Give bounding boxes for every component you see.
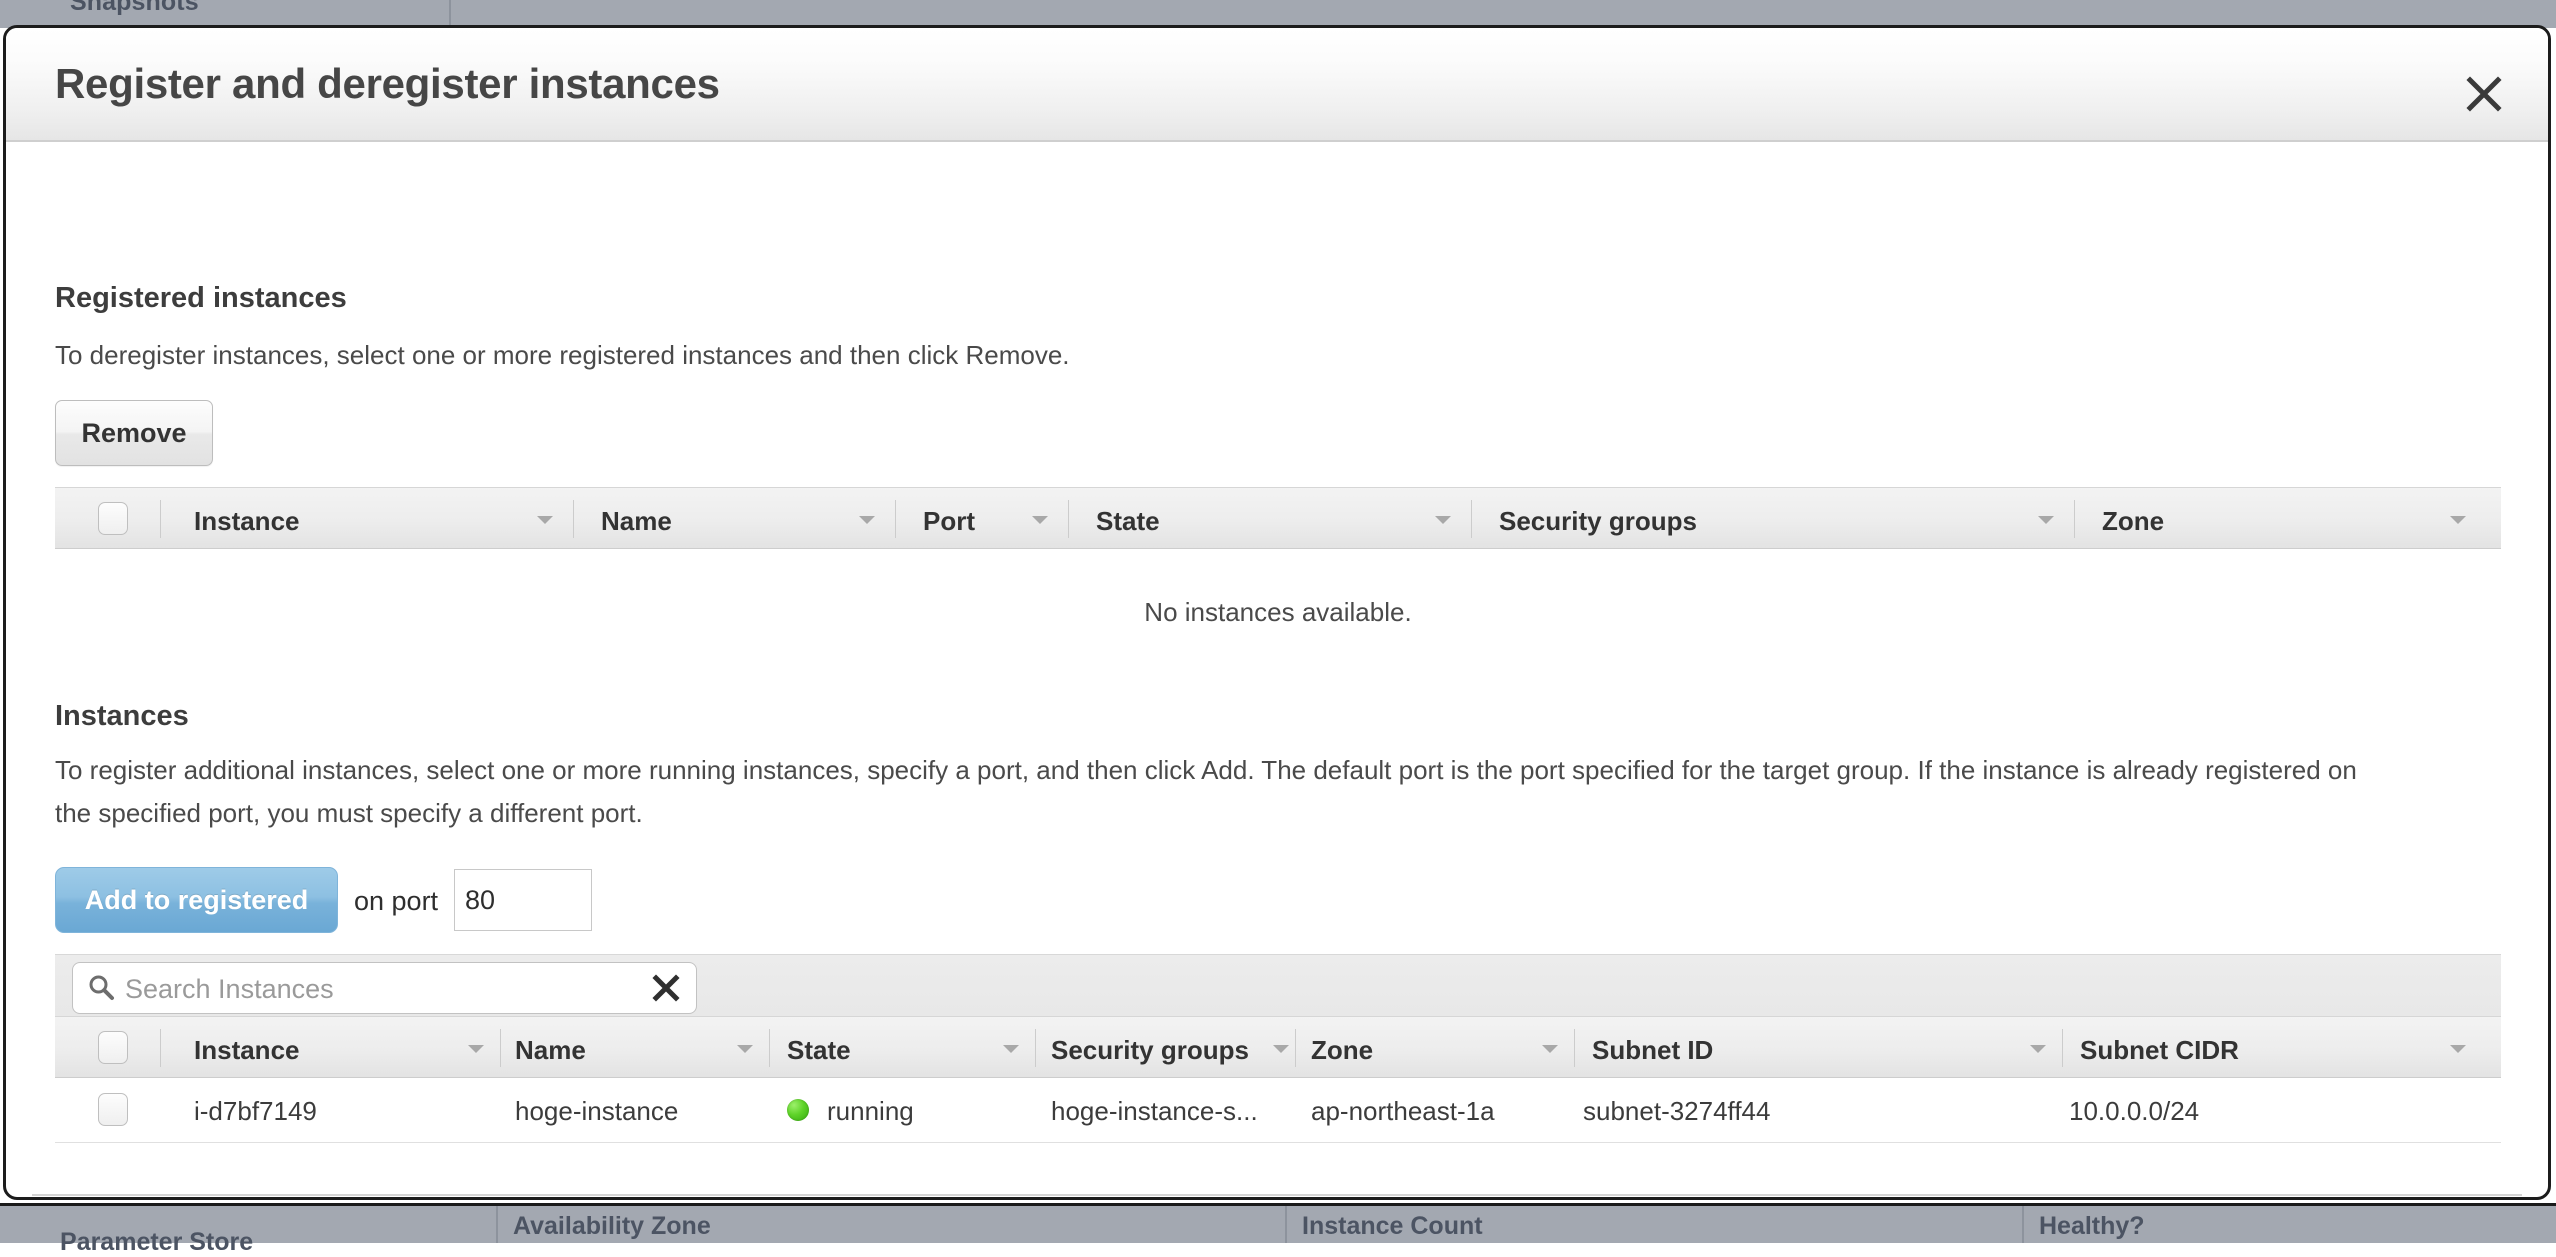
row-instance-id: i-d7bf7149 (194, 1096, 317, 1126)
registered-col-security-groups: Security groups (1499, 506, 1697, 536)
background-top-divider (449, 0, 451, 28)
background-bottom-divider-2 (1285, 1206, 1287, 1243)
registered-instances-description: To deregister instances, select one or m… (55, 340, 1070, 370)
registered-col-state-chevron-down-icon[interactable] (1435, 516, 1451, 524)
port-input[interactable] (454, 869, 592, 931)
instances-col-subnet-id-chevron-down-icon[interactable] (2030, 1045, 2046, 1053)
instances-select-all-checkbox[interactable] (98, 1031, 128, 1064)
status-indicator-dot (787, 1099, 809, 1121)
instances-table-header-row: Instance Name State Security groups Zone (55, 1016, 2501, 1078)
header-sep-2 (895, 500, 896, 538)
table-row[interactable]: i-d7bf7149 hoge-instance running hoge-in… (55, 1078, 2501, 1143)
registered-col-zone-chevron-down-icon[interactable] (2450, 516, 2466, 524)
registered-col-port: Port (923, 506, 975, 536)
row-name: hoge-instance (515, 1096, 679, 1126)
add-to-registered-button[interactable]: Add to registered (55, 867, 338, 933)
registered-col-instance-chevron-down-icon[interactable] (537, 516, 553, 524)
on-port-label: on port (354, 886, 439, 916)
header-sep-3 (1068, 500, 1069, 538)
registered-col-name: Name (601, 506, 672, 536)
instances-table: Instance Name State Security groups Zone (55, 1016, 2501, 1143)
instances-col-zone: Zone (1311, 1035, 1374, 1065)
registered-col-port-chevron-down-icon[interactable] (1032, 516, 1048, 524)
row-security-groups: hoge-instance-s... (1051, 1096, 1258, 1126)
instances-col-zone-chevron-down-icon[interactable] (1542, 1045, 1558, 1053)
row-subnet-id: subnet-3274ff44 (1583, 1096, 1771, 1126)
registered-empty-message: No instances available. (1144, 597, 1412, 627)
remove-button[interactable]: Remove (55, 400, 213, 466)
instances-col-subnet-cidr: Subnet CIDR (2080, 1035, 2239, 1065)
inst-header-sep-3 (1035, 1029, 1036, 1067)
instances-col-instance-chevron-down-icon[interactable] (468, 1045, 484, 1053)
register-deregister-instances-modal: Register and deregister instances Regist… (3, 25, 2551, 1200)
instances-col-subnet-id: Subnet ID (1592, 1035, 1714, 1065)
inst-header-sep-1 (500, 1029, 501, 1067)
background-parameter-store-label: Parameter Store (60, 1228, 254, 1256)
instances-col-state: State (787, 1035, 851, 1065)
header-sep-0 (160, 500, 161, 538)
instances-col-security-groups-chevron-down-icon[interactable] (1273, 1045, 1289, 1053)
registered-col-name-chevron-down-icon[interactable] (859, 516, 875, 524)
instances-col-subnet-cidr-chevron-down-icon[interactable] (2450, 1045, 2466, 1053)
row-zone: ap-northeast-1a (1311, 1096, 1495, 1126)
background-col-instance-count: Instance Count (1302, 1212, 1483, 1240)
registered-select-all-checkbox[interactable] (98, 502, 128, 535)
background-bottom-divider-1 (496, 1206, 498, 1243)
background-bottom-table-header: Availability Zone Instance Count Healthy… (0, 1203, 2556, 1243)
page-root: Snapshots Availability Zone Instance Cou… (0, 0, 2556, 1256)
registered-instances-heading: Registered instances (55, 282, 347, 314)
inst-header-sep-6 (2062, 1029, 2063, 1067)
inst-header-sep-4 (1295, 1029, 1296, 1067)
inst-header-sep-5 (1574, 1029, 1575, 1067)
registered-instances-table: Instance Name Port State Security groups (55, 487, 2501, 549)
background-bottom-divider-3 (2022, 1206, 2024, 1243)
registered-col-instance: Instance (194, 506, 300, 536)
search-icon (87, 973, 115, 1006)
instances-col-name: Name (515, 1035, 586, 1065)
header-sep-1 (573, 500, 574, 538)
row-select-checkbox[interactable] (98, 1093, 128, 1126)
inst-header-sep-0 (160, 1029, 161, 1067)
background-top-table-header: Snapshots (0, 0, 2556, 28)
instances-col-name-chevron-down-icon[interactable] (737, 1045, 753, 1053)
background-snapshots-label: Snapshots (70, 0, 199, 16)
clear-x-icon[interactable] (652, 974, 680, 1007)
modal-header: Register and deregister instances (6, 28, 2548, 142)
registered-col-zone: Zone (2102, 506, 2165, 536)
search-input-field[interactable] (123, 963, 427, 1015)
page-title: Register and deregister instances (55, 60, 720, 107)
close-icon[interactable] (2466, 76, 2502, 112)
background-col-availability-zone: Availability Zone (513, 1212, 711, 1240)
row-state: running (827, 1096, 914, 1126)
inst-header-sep-2 (769, 1029, 770, 1067)
footer-divider (32, 1194, 2522, 1196)
instances-col-security-groups: Security groups (1051, 1035, 1249, 1065)
registered-col-state: State (1096, 506, 1160, 536)
instances-heading: Instances (55, 700, 189, 732)
search-input[interactable] (72, 962, 697, 1015)
instances-col-state-chevron-down-icon[interactable] (1003, 1045, 1019, 1053)
header-sep-4 (1471, 500, 1472, 538)
background-col-healthy: Healthy? (2039, 1212, 2145, 1240)
header-sep-5 (2074, 500, 2075, 538)
instances-col-instance: Instance (194, 1035, 300, 1065)
instances-search-toolbar (55, 954, 2501, 1016)
registered-col-security-groups-chevron-down-icon[interactable] (2038, 516, 2054, 524)
instances-description: To register additional instances, select… (55, 755, 2357, 828)
registered-table-header-row: Instance Name Port State Security groups (55, 487, 2501, 549)
row-subnet-cidr: 10.0.0.0/24 (2069, 1096, 2200, 1126)
